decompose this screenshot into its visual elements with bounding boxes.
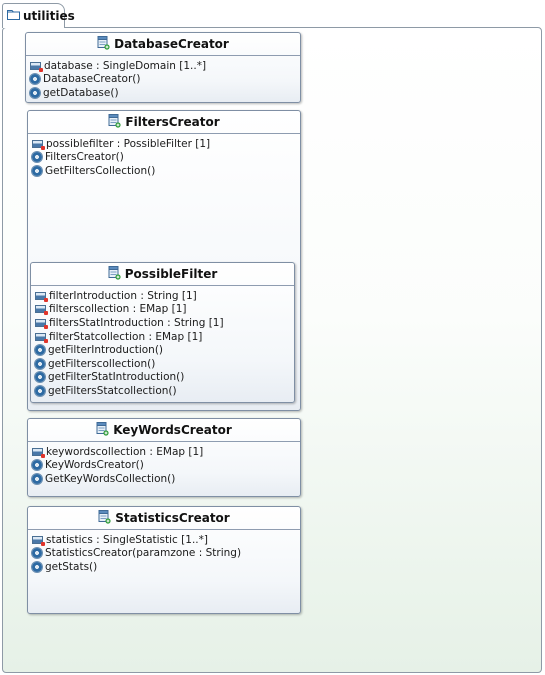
operation-label: getFilterIntroduction() xyxy=(48,344,164,357)
class-possible-filter[interactable]: PossibleFilter filterIntroduction : Stri… xyxy=(30,262,295,403)
attribute-icon xyxy=(35,291,48,302)
attribute-label: database : SingleDomain [1..*] xyxy=(44,59,207,72)
operation-label: getDatabase() xyxy=(43,86,119,99)
attribute-row[interactable]: filtersStatIntroduction : String [1] xyxy=(35,316,294,330)
class-statistics-creator[interactable]: StatisticsCreator statistics : SingleSta… xyxy=(27,506,301,614)
class-name: StatisticsCreator xyxy=(115,511,230,525)
operation-icon xyxy=(35,358,45,369)
operation-label: getFilterStatIntroduction() xyxy=(48,371,185,384)
class-name: PossibleFilter xyxy=(124,267,218,281)
operation-icon xyxy=(32,152,42,163)
attribute-label: keywordscollection : EMap [1] xyxy=(46,445,204,458)
attribute-label: filterscollection : EMap [1] xyxy=(49,303,187,316)
operation-icon xyxy=(35,372,45,383)
operation-row[interactable]: GetFiltersCollection() xyxy=(32,164,300,178)
operation-label: GetFiltersCollection() xyxy=(45,164,156,177)
class-header: DatabaseCreator xyxy=(26,33,300,56)
attribute-row[interactable]: keywordscollection : EMap [1] xyxy=(32,445,300,459)
operation-row[interactable]: StatisticsCreator(paramzone : String) xyxy=(32,547,300,561)
class-icon xyxy=(108,113,121,131)
class-name: KeyWordsCreator xyxy=(113,423,232,437)
operation-row[interactable]: getFilterIntroduction() xyxy=(35,343,294,357)
package-name: utilities xyxy=(23,9,75,23)
attribute-icon xyxy=(32,535,45,546)
class-database-creator[interactable]: DatabaseCreator database : SingleDomain … xyxy=(25,32,301,103)
attribute-icon xyxy=(32,139,45,150)
class-header: FiltersCreator xyxy=(28,111,300,134)
operation-icon xyxy=(35,345,45,356)
operation-icon xyxy=(35,385,45,396)
operation-row[interactable]: FiltersCreator() xyxy=(32,151,300,165)
operation-row[interactable]: getFilterscollection() xyxy=(35,357,294,371)
operation-icon xyxy=(32,561,42,572)
operation-row[interactable]: getFiltersStatcollection() xyxy=(35,384,294,398)
operation-label: getFiltersStatcollection() xyxy=(48,384,177,397)
folder-icon xyxy=(7,9,20,23)
attribute-label: filtersStatIntroduction : String [1] xyxy=(49,316,224,329)
class-header: KeyWordsCreator xyxy=(28,419,300,442)
operation-icon xyxy=(32,473,42,484)
package-tab[interactable]: utilities xyxy=(2,3,75,28)
operation-icon xyxy=(32,165,42,176)
class-icon xyxy=(108,265,121,283)
class-icon xyxy=(97,35,110,53)
operation-icon xyxy=(32,460,42,471)
class-header: StatisticsCreator xyxy=(28,507,300,530)
class-keywords-creator[interactable]: KeyWordsCreator keywordscollection : EMa… xyxy=(27,418,301,497)
attribute-row[interactable]: filterIntroduction : String [1] xyxy=(35,289,294,303)
attribute-icon xyxy=(35,318,48,329)
class-members: statistics : SingleStatistic [1..*] Stati… xyxy=(28,530,300,574)
attribute-icon xyxy=(32,447,45,458)
operation-icon xyxy=(30,87,40,98)
attribute-icon xyxy=(35,332,48,343)
class-members: filterIntroduction : String [1] filtersco… xyxy=(31,286,294,398)
attribute-row[interactable]: possiblefilter : PossibleFilter [1] xyxy=(32,137,300,151)
operation-label: getFilterscollection() xyxy=(48,357,156,370)
operation-label: GetKeyWordsCollection() xyxy=(45,472,176,485)
operation-icon xyxy=(32,548,42,559)
operation-row[interactable]: getStats() xyxy=(32,560,300,574)
operation-label: KeyWordsCreator() xyxy=(45,459,144,472)
attribute-icon xyxy=(30,61,43,72)
attribute-label: possiblefilter : PossibleFilter [1] xyxy=(46,137,211,150)
operation-row[interactable]: getFilterStatIntroduction() xyxy=(35,371,294,385)
attribute-label: filterIntroduction : String [1] xyxy=(49,289,197,302)
class-icon xyxy=(98,509,111,527)
operation-label: StatisticsCreator(paramzone : String) xyxy=(45,547,242,560)
class-name: DatabaseCreator xyxy=(114,37,229,51)
operation-row[interactable]: DatabaseCreator() xyxy=(30,73,300,87)
attribute-row[interactable]: filterscollection : EMap [1] xyxy=(35,303,294,317)
operation-row[interactable]: GetKeyWordsCollection() xyxy=(32,472,300,486)
attribute-icon xyxy=(35,305,48,316)
class-icon xyxy=(96,421,109,439)
operation-row[interactable]: KeyWordsCreator() xyxy=(32,459,300,473)
attribute-row[interactable]: statistics : SingleStatistic [1..*] xyxy=(32,533,300,547)
operation-row[interactable]: getDatabase() xyxy=(30,86,300,100)
operation-label: DatabaseCreator() xyxy=(43,73,141,86)
attribute-label: filterStatcollection : EMap [1] xyxy=(49,330,203,343)
operation-label: getStats() xyxy=(45,560,98,573)
operation-icon xyxy=(30,74,40,85)
attribute-row[interactable]: database : SingleDomain [1..*] xyxy=(30,59,300,73)
class-name: FiltersCreator xyxy=(125,115,220,129)
attribute-label: statistics : SingleStatistic [1..*] xyxy=(46,533,208,546)
class-members: keywordscollection : EMap [1] KeyWordsCre… xyxy=(28,442,300,486)
class-members: possiblefilter : PossibleFilter [1] Filte… xyxy=(28,134,300,178)
operation-label: FiltersCreator() xyxy=(45,151,124,164)
attribute-row[interactable]: filterStatcollection : EMap [1] xyxy=(35,330,294,344)
class-header: PossibleFilter xyxy=(31,263,294,286)
class-members: database : SingleDomain [1..*] DatabaseCr… xyxy=(26,56,300,100)
